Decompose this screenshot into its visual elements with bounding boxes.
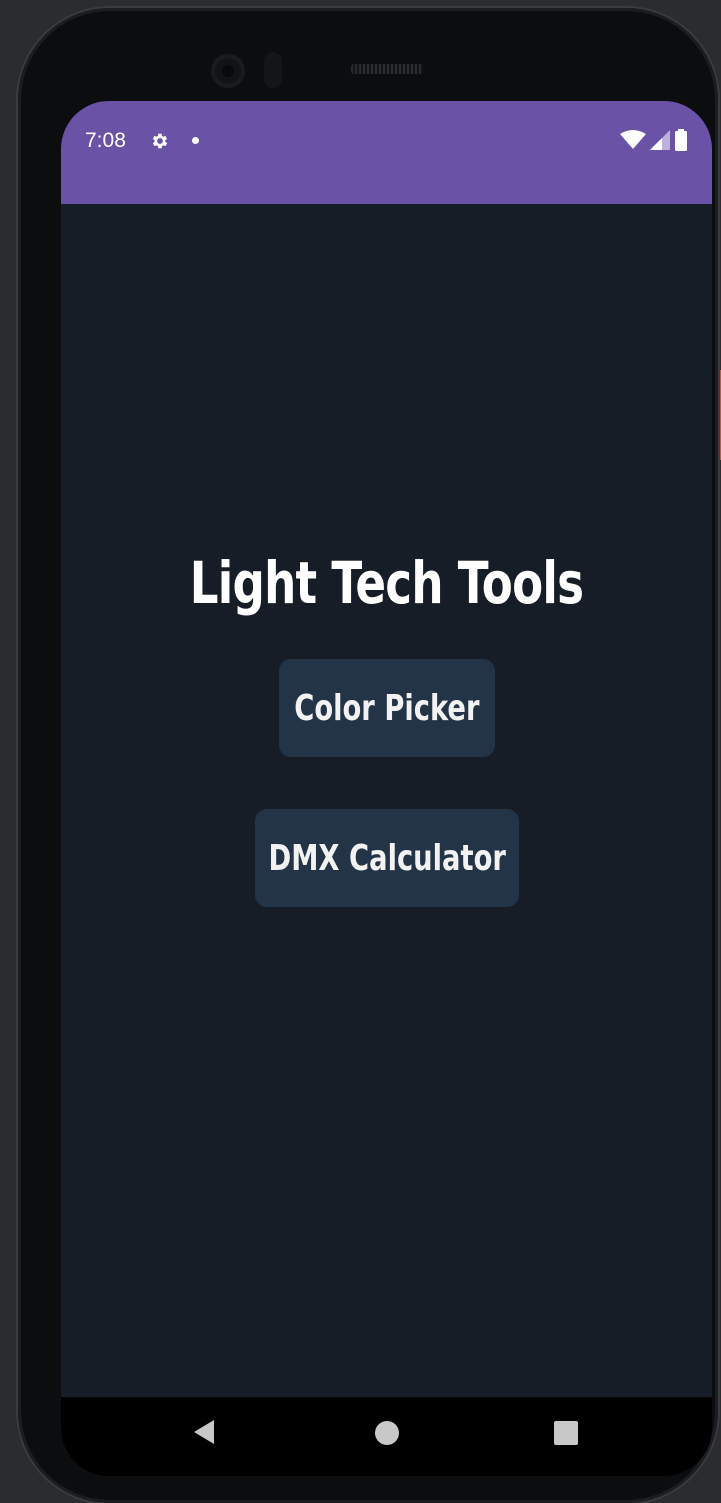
- battery-icon: [675, 129, 687, 151]
- app-title: Light Tech Tools: [189, 549, 584, 617]
- phone-frame: 7:08 Light Tech Tools Color Picker DMX C…: [18, 8, 718, 1503]
- main-content: Light Tech Tools Color Picker DMX Calcul…: [61, 204, 712, 1397]
- back-icon[interactable]: [194, 1420, 214, 1444]
- dmx-calculator-button-label: DMX Calculator: [268, 837, 506, 879]
- status-bar: 7:08: [61, 101, 712, 204]
- front-camera: [211, 54, 245, 88]
- color-picker-button-label: Color Picker: [294, 687, 480, 729]
- home-icon[interactable]: [375, 1421, 399, 1445]
- settings-icon: [152, 133, 168, 149]
- recents-icon[interactable]: [554, 1421, 578, 1445]
- status-time: 7:08: [85, 129, 126, 152]
- wifi-icon: [620, 130, 646, 149]
- earpiece-speaker: [351, 64, 423, 74]
- dmx-calculator-button[interactable]: DMX Calculator: [255, 809, 519, 907]
- status-icons: [620, 129, 688, 151]
- navigation-bar: [61, 1397, 712, 1476]
- proximity-sensor: [264, 52, 282, 88]
- color-picker-button[interactable]: Color Picker: [279, 659, 495, 757]
- notification-dot-icon: [192, 137, 199, 144]
- screen: 7:08 Light Tech Tools Color Picker DMX C…: [61, 101, 712, 1476]
- cell-signal-icon: [650, 130, 670, 150]
